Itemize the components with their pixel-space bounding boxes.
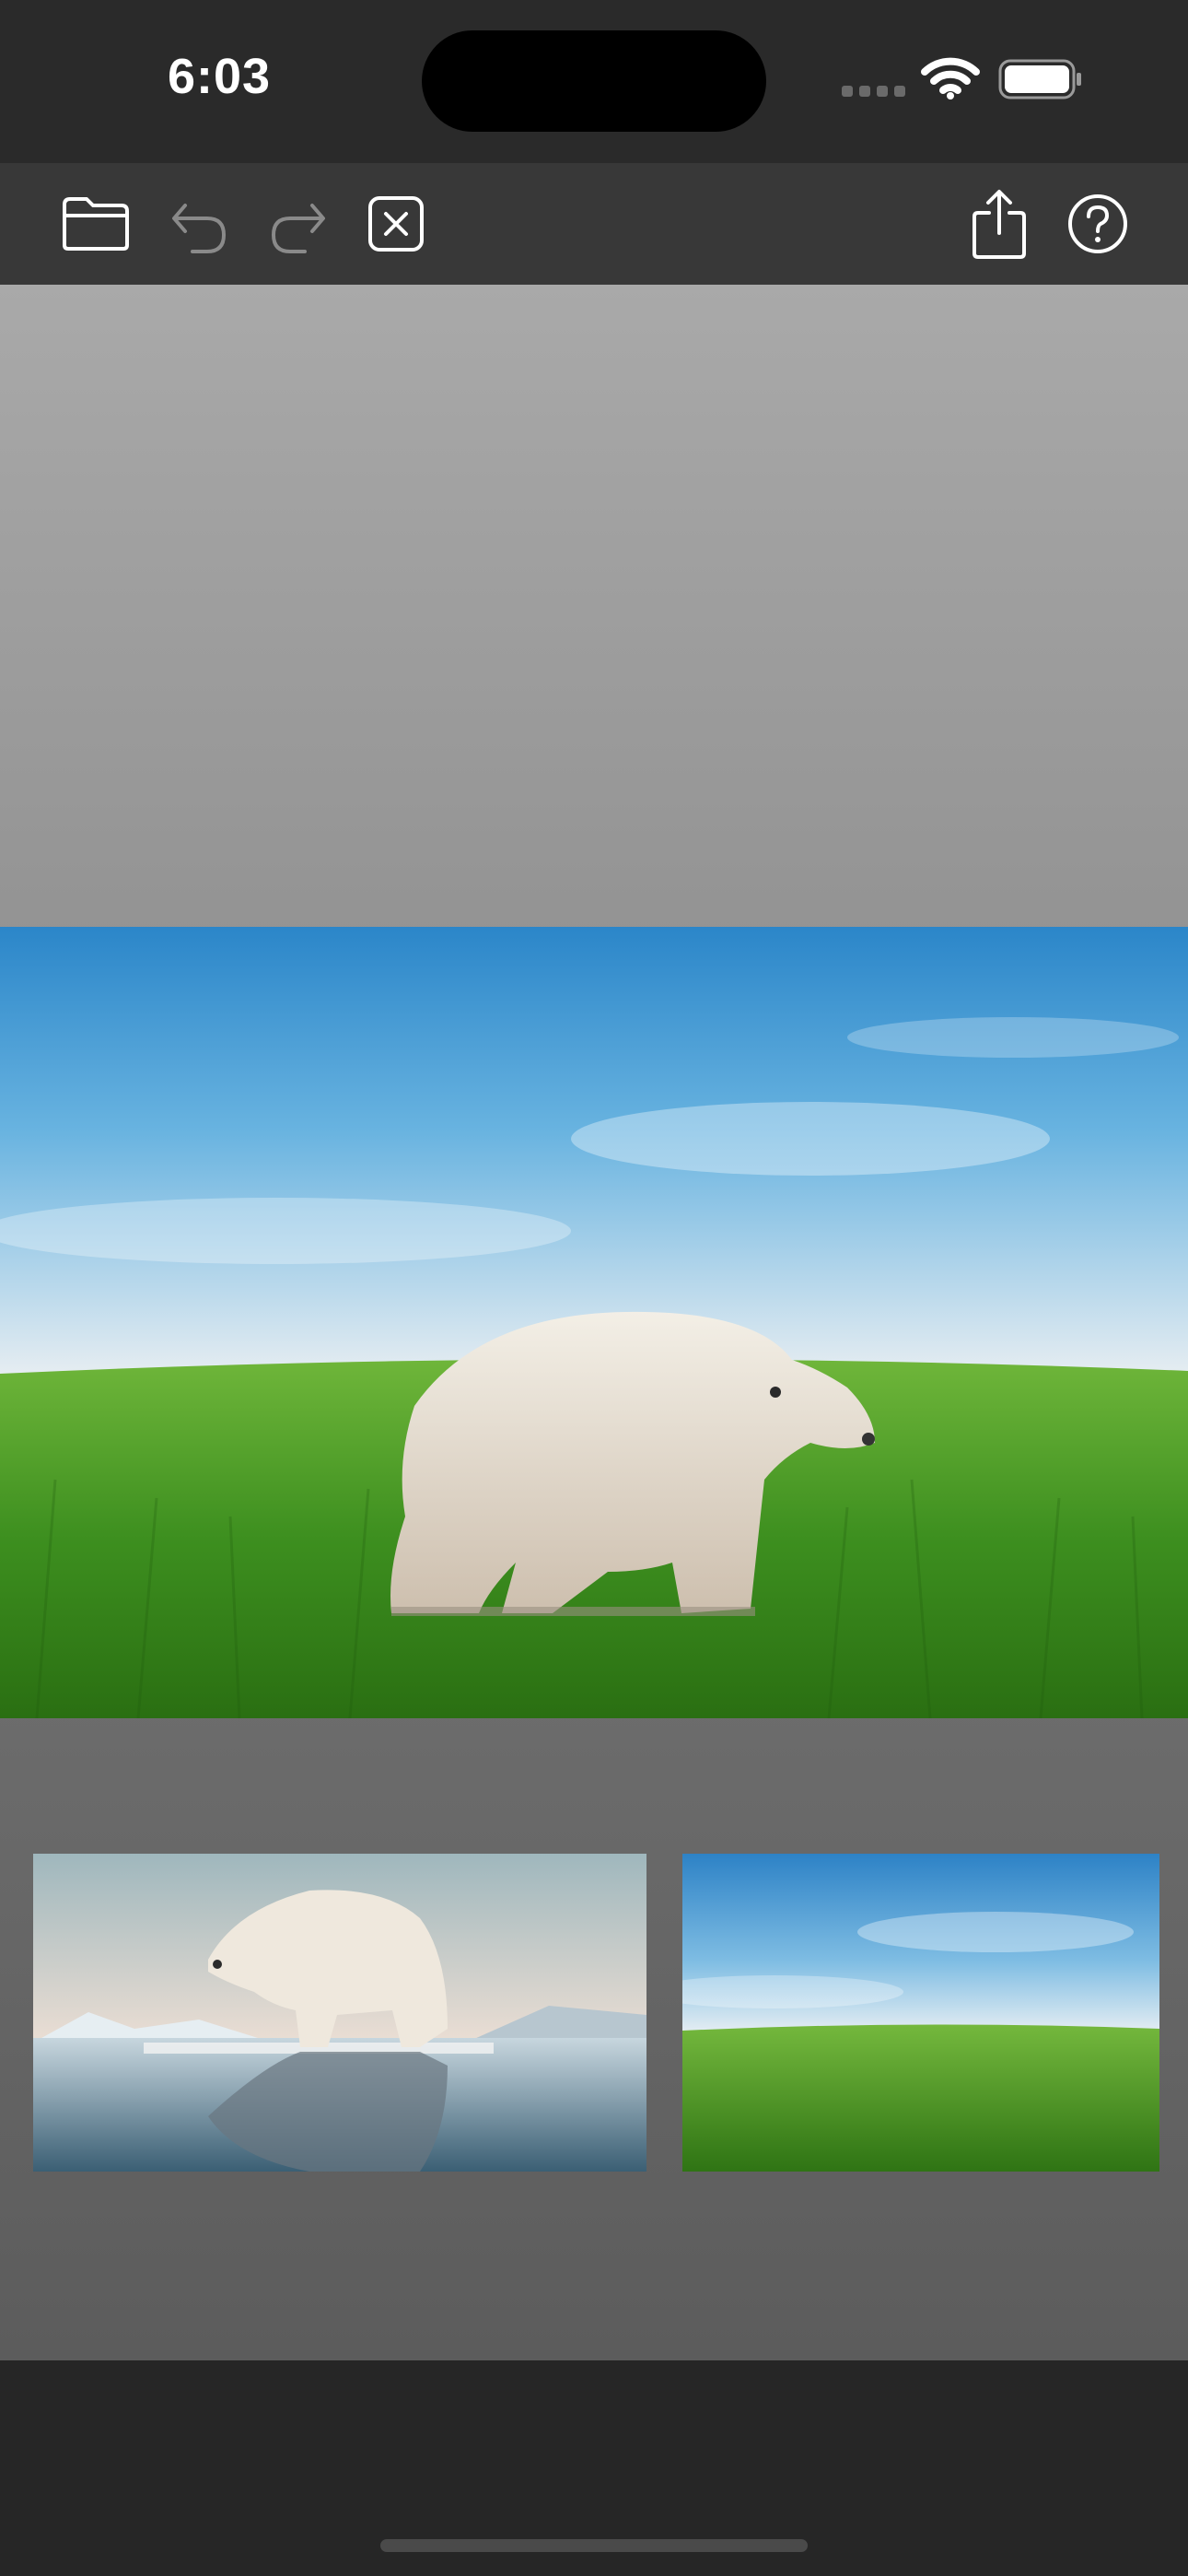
undo-icon [172, 204, 227, 253]
battery-icon [998, 59, 1083, 104]
close-document-button[interactable] [365, 193, 427, 255]
help-button[interactable] [1065, 191, 1131, 257]
cellular-signal-icon [842, 85, 912, 101]
home-indicator[interactable] [380, 2539, 808, 2552]
help-icon [1068, 194, 1127, 253]
status-time: 6:03 [168, 49, 272, 104]
dynamic-island [422, 30, 766, 132]
wifi-icon [921, 57, 980, 104]
share-button[interactable] [969, 185, 1030, 263]
redo-button[interactable] [265, 195, 332, 258]
open-folder-button[interactable] [57, 193, 134, 255]
share-icon [973, 190, 1026, 259]
toolbar [0, 163, 1188, 285]
status-bar: 6:03 [0, 0, 1188, 163]
thumbnail-polar-bear-on-ice[interactable] [33, 1854, 646, 2172]
composite-image[interactable] [0, 927, 1188, 1718]
undo-button[interactable] [166, 195, 232, 258]
redo-icon [271, 204, 325, 253]
thumbnail-grass-field-sky[interactable] [682, 1854, 1159, 2172]
folder-icon [63, 197, 129, 251]
close-box-icon [368, 196, 424, 252]
